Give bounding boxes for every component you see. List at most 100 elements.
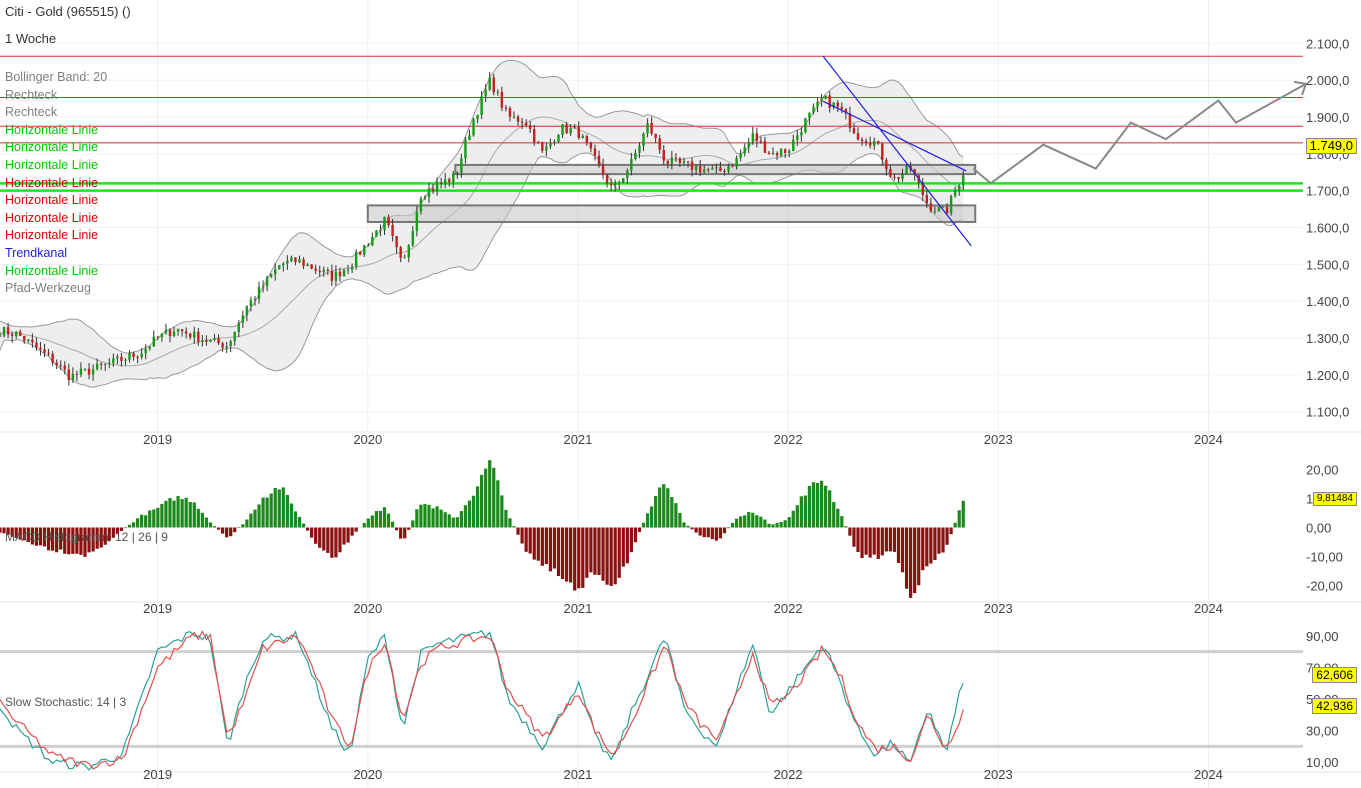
candle-body [868,143,872,146]
candle-body [237,322,240,332]
macd-bar [767,523,771,528]
macd-bar [921,527,925,571]
candle-body [674,157,678,159]
macd-bar [852,527,856,547]
candle-body [399,247,402,258]
candle-body [427,188,431,198]
indicator-legend: Bollinger Band: 20 Rechteck Rechteck Horizo… [5,69,107,298]
candle-body [901,174,904,179]
x-tick-label: 2022 [774,432,803,447]
macd-bar [184,497,188,528]
candle-body [589,143,593,149]
macd-bar [900,527,905,573]
macd-value-tag: 9,81484 [1312,492,1357,506]
candle-body [824,95,827,99]
macd-bar [301,523,306,528]
candle-body [893,176,896,178]
candle-body [367,245,370,247]
macd-bar [330,527,334,558]
candle-body [363,245,366,255]
macd-bar [516,527,520,535]
candle-body [646,123,649,134]
macd-bar [532,527,536,560]
candle-body [877,141,880,144]
macd-bar [488,460,492,528]
macd-bar [625,527,629,564]
macd-bar [289,503,294,528]
candle-body [476,114,479,120]
x-tick-label: 2019 [143,601,172,616]
candle-body [95,363,99,370]
macd-bar [637,527,642,532]
macd-bar [386,513,391,528]
candle-body [545,146,548,151]
macd-bar [601,527,605,581]
candle-body [448,179,451,182]
legend-item: Rechteck [5,105,58,120]
candle-body [55,362,58,366]
x-tick-label: 2024 [1194,432,1223,447]
candle-body [439,183,443,185]
candle-body [10,334,14,337]
macd-bar [819,480,824,528]
macd-bar [686,525,690,528]
legend-item: Horizontale Linie [5,175,99,190]
candle-body [715,167,718,169]
macd-bar [435,506,439,528]
candle-body [609,183,613,186]
candle-body [172,331,176,337]
macd-bar [326,527,330,553]
candle-body [67,369,71,381]
macd-bar [941,527,945,553]
x-tick-label: 2023 [984,432,1013,447]
candle-body [411,230,415,246]
macd-bar [354,527,358,532]
candle-body [278,265,281,270]
macd-bar [747,511,751,528]
macd-bar [229,527,233,537]
candle-body [464,140,467,159]
macd-y-tick-label: 20,00 [1306,463,1339,478]
candle-body [694,166,698,170]
candle-body [302,259,305,266]
macd-bar [475,486,480,528]
candle-body [168,329,172,337]
legend-item: Horizontale Linie [5,122,99,137]
macd-bar [484,468,488,528]
macd-bar [528,527,532,554]
macd-bar [504,509,508,528]
candle-body [747,141,750,148]
candle-body [346,269,350,271]
macd-bar [512,526,516,528]
candle-body [221,343,224,348]
macd-bar [366,518,370,528]
candle-body [391,225,394,237]
candle-body [528,125,532,130]
candle-body [508,108,512,117]
candle-body [945,206,949,214]
candle-body [941,206,945,208]
legend-item: Pfad-Werkzeug [5,281,91,296]
candle-body [650,123,653,134]
macd-bar [164,500,168,528]
candle-body [658,138,661,150]
macd-bar [148,510,152,528]
macd-bar [957,510,961,528]
macd-bar [241,524,245,528]
candle-body [79,368,83,375]
candle-body [848,113,852,129]
macd-bar [856,527,860,552]
candle-body [783,149,787,153]
macd-bar [415,509,419,528]
candle-body [383,216,386,230]
candle-body [767,152,771,155]
macd-bar [929,527,933,564]
macd-bar [140,514,144,528]
macd-bar [407,527,411,530]
candle-body [43,349,46,353]
candle-body [334,271,338,281]
candle-body [354,251,358,267]
macd-bar [888,527,893,552]
macd-bar [933,527,937,561]
candle-body [120,356,123,361]
